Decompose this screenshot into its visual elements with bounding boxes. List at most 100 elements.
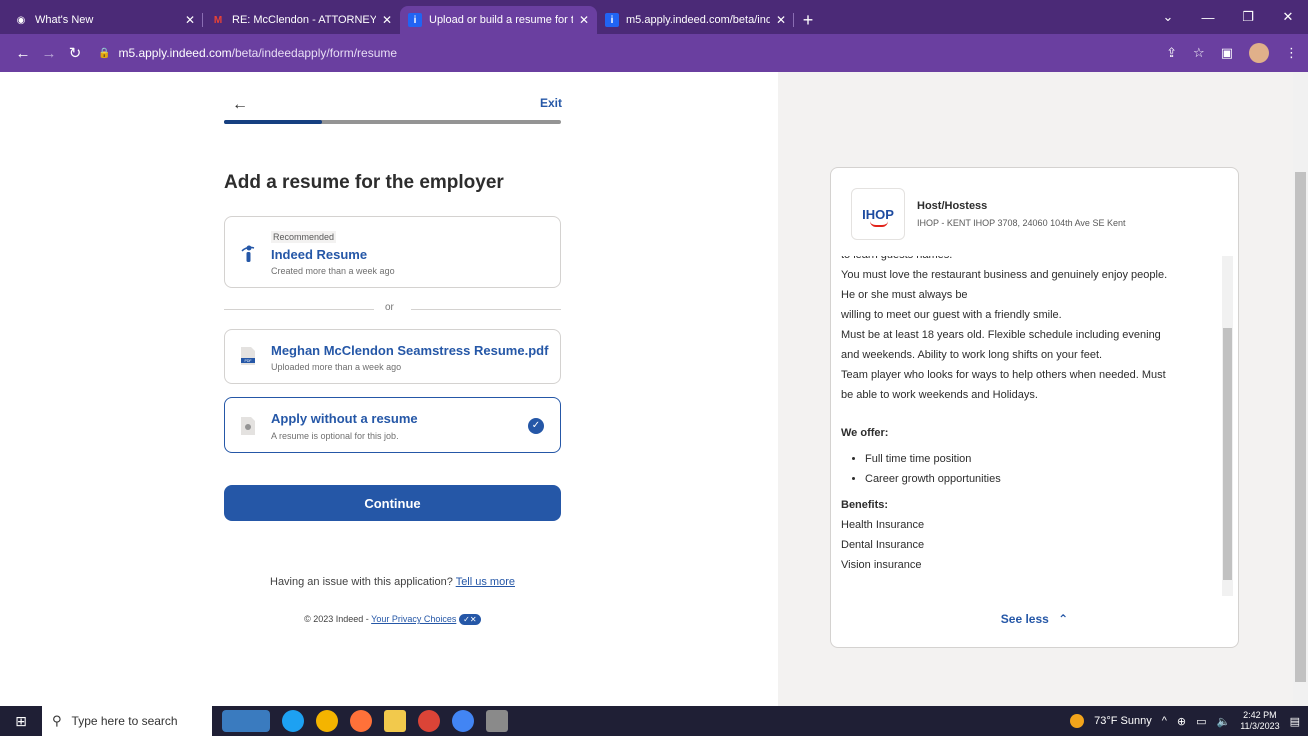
close-icon[interactable]: ✕ [776, 13, 786, 27]
or-divider: or [224, 302, 561, 316]
list-item: Full time time position [865, 449, 1222, 469]
chrome-icon[interactable] [316, 710, 338, 732]
close-icon[interactable]: ✕ [579, 13, 589, 27]
desc-line: Must be at least 18 years old. Flexible … [841, 329, 1161, 341]
clock[interactable]: 2:42 PM 11/3/2023 [1240, 710, 1279, 732]
close-icon[interactable]: ✕ [185, 13, 195, 27]
description-scrollbar[interactable] [1222, 256, 1233, 596]
resume-option-pdf[interactable]: PDF Meghan McClendon Seamstress Resume.p… [224, 329, 561, 384]
page-title: Add a resume for the employer [224, 172, 504, 193]
pdf-file-icon: PDF [241, 347, 255, 365]
fish-widget-icon[interactable] [222, 710, 270, 732]
chrome-profile-icon[interactable] [418, 710, 440, 732]
sidebar-icon[interactable]: ▣ [1221, 45, 1233, 61]
close-window-icon[interactable]: ✕ [1268, 9, 1308, 25]
divider-line [411, 309, 561, 310]
restore-icon[interactable]: ❐ [1228, 9, 1268, 25]
indeed-icon: i [408, 13, 422, 27]
url-host: m5.apply.indeed.com [118, 46, 232, 60]
share-icon[interactable]: ⇪ [1166, 45, 1177, 61]
edge-icon[interactable] [282, 710, 304, 732]
see-less-button[interactable]: See less ⌃ [830, 612, 1239, 626]
volume-icon[interactable]: 🔈 [1217, 715, 1231, 728]
browser-tab-bar: ◉ What's New ✕ M RE: McClendon - ATTORNE… [0, 0, 1308, 34]
tab-resume-upload[interactable]: i Upload or build a resume for th ✕ [400, 6, 597, 34]
option-subtitle: A resume is optional for this job. [271, 431, 399, 441]
url-field[interactable]: 🔒 m5.apply.indeed.com/beta/indeedapply/f… [98, 39, 1166, 67]
minimize-icon[interactable]: — [1188, 10, 1228, 25]
profile-avatar[interactable] [1249, 43, 1269, 63]
search-placeholder: Type here to search [71, 714, 178, 728]
clock-time: 2:42 PM [1243, 710, 1277, 720]
option-title: Indeed Resume [271, 247, 368, 262]
tab-title: m5.apply.indeed.com/beta/inde [626, 14, 770, 26]
desc-line: be able to work weekends and Holidays. [841, 389, 1038, 401]
network-icon[interactable]: ⊕ [1177, 715, 1186, 728]
firefox-icon[interactable] [350, 710, 372, 732]
taskbar-search[interactable]: ⚲ Type here to search [42, 706, 212, 736]
list-item: Career growth opportunities [865, 469, 1222, 489]
close-icon[interactable]: ✕ [382, 13, 392, 27]
issue-prefix: Having an issue with this application? [270, 576, 453, 588]
clock-date: 11/3/2023 [1240, 721, 1280, 731]
taskbar-apps [222, 710, 508, 732]
resume-option-none[interactable]: Apply without a resume A resume is optio… [224, 397, 561, 453]
lock-icon: 🔒 [98, 47, 111, 59]
continue-button[interactable]: Continue [224, 485, 561, 521]
checkmark-icon: ✓ [528, 418, 544, 434]
window-controls: ⌄ — ❐ ✕ [1148, 0, 1308, 34]
chevron-up-icon[interactable]: ^ [1162, 715, 1167, 727]
desc-line: You must love the restaurant business an… [841, 269, 1168, 281]
desc-line: He or she must always be [841, 289, 968, 301]
chevron-up-icon: ⌃ [1058, 612, 1069, 626]
toolbar-right: ⇪ ☆ ▣ ⋮ [1166, 43, 1298, 63]
privacy-choices-link[interactable]: Your Privacy Choices [371, 614, 456, 624]
issue-text: Having an issue with this application? T… [224, 576, 561, 588]
divider-line [224, 309, 374, 310]
desc-line: to learn guests names. [841, 256, 1222, 265]
scrollbar-thumb[interactable] [1223, 328, 1232, 580]
page-scrollbar[interactable] [1293, 72, 1308, 706]
benefit-item: Vision insurance [841, 559, 922, 571]
progress-bar [224, 120, 561, 124]
resume-option-indeed[interactable]: Recommended Indeed Resume Created more t… [224, 216, 561, 288]
menu-icon[interactable]: ⋮ [1285, 45, 1298, 61]
indeed-icon: i [605, 13, 619, 27]
tab-title: RE: McClendon - ATTORNEY CLI [232, 14, 376, 26]
benefit-item: Dental Insurance [841, 539, 925, 551]
file-explorer-icon[interactable] [384, 710, 406, 732]
exit-link[interactable]: Exit [540, 96, 562, 110]
tab-indeed-apply[interactable]: i m5.apply.indeed.com/beta/inde ✕ [597, 6, 794, 34]
weather-sun-icon [1070, 714, 1085, 728]
page-content: ← Exit Add a resume for the employer Rec… [0, 72, 1308, 706]
star-icon[interactable]: ☆ [1193, 45, 1205, 61]
forward-icon[interactable]: → [36, 45, 62, 62]
option-title: Apply without a resume [271, 411, 418, 426]
tab-gmail[interactable]: M RE: McClendon - ATTORNEY CLI ✕ [203, 6, 400, 34]
scrollbar-thumb[interactable] [1295, 172, 1306, 682]
progress-fill [224, 120, 322, 124]
windows-start-icon[interactable]: ⊞ [0, 713, 42, 730]
tab-whats-new[interactable]: ◉ What's New ✕ [6, 6, 203, 34]
back-arrow-icon[interactable]: ← [232, 96, 248, 114]
tell-us-more-link[interactable]: Tell us more [456, 576, 515, 588]
job-description[interactable]: to learn guests names. You must love the… [841, 256, 1222, 596]
chevron-down-icon[interactable]: ⌄ [1148, 9, 1188, 25]
reload-icon[interactable]: ↻ [62, 44, 88, 62]
chrome-profile-2-icon[interactable] [452, 710, 474, 732]
search-icon: ⚲ [52, 713, 62, 728]
see-less-label: See less [1000, 612, 1049, 626]
tab-title: Upload or build a resume for th [429, 14, 573, 26]
new-tab-button[interactable]: + [794, 6, 822, 34]
logo-smile [870, 221, 888, 227]
app-window-icon[interactable] [486, 710, 508, 732]
benefit-item: Health Insurance [841, 519, 925, 531]
back-icon[interactable]: ← [10, 45, 36, 62]
copyright-text: © 2023 Indeed - [304, 614, 369, 624]
notification-icon[interactable]: ▤ [1290, 715, 1300, 728]
gmail-icon: M [213, 14, 223, 26]
display-icon[interactable]: ▭ [1196, 715, 1206, 728]
logo-text: IHOP [862, 206, 894, 222]
tab-title: What's New [35, 14, 94, 26]
weather-text[interactable]: 73°F Sunny [1094, 715, 1152, 727]
